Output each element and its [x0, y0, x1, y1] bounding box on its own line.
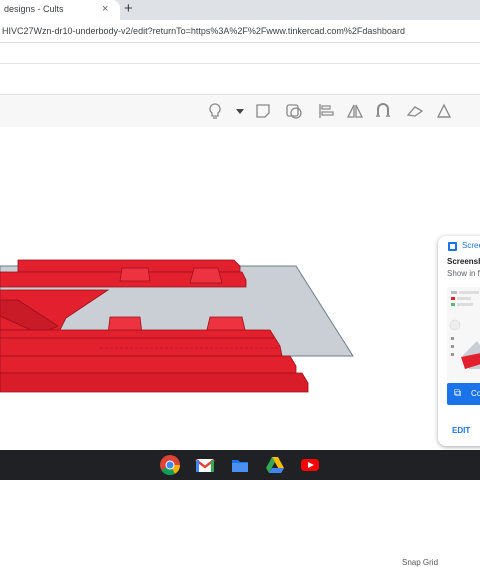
editor-header — [0, 63, 480, 94]
youtube-icon[interactable] — [299, 454, 321, 476]
address-bar[interactable]: HIVC27Wzn-dr10-underbody-v2/edit?returnT… — [0, 20, 480, 43]
workplane-canvas[interactable]: Snap Grid — [0, 127, 480, 567]
browser-tab[interactable]: designs - Cults × — [0, 0, 120, 20]
magnet-icon[interactable] — [373, 101, 393, 121]
copy-to-clipboard-button[interactable]: ⧉ Co — [447, 383, 480, 405]
snap-grid-label[interactable]: Snap Grid — [402, 558, 438, 567]
copy-button-label: Co — [471, 389, 480, 398]
notification-app-name: Scree — [462, 241, 480, 250]
tab-close-icon[interactable]: × — [102, 3, 108, 15]
mirror-icon[interactable] — [345, 101, 365, 121]
screen-capture-icon — [448, 242, 457, 251]
lightbulb-icon[interactable] — [205, 101, 225, 121]
model-base-step — [0, 372, 309, 393]
note-icon[interactable] — [253, 101, 273, 121]
notification-title: Screensh — [447, 257, 480, 266]
screenshot-notification[interactable]: Scree Screensh Show in f ⧉ Co EDIT — [438, 236, 480, 446]
new-tab-button[interactable]: + — [124, 1, 133, 17]
copy-icon: ⧉ — [454, 388, 462, 399]
tab-title: designs - Cults — [4, 4, 64, 14]
gmail-icon[interactable] — [194, 454, 216, 476]
model-block — [119, 267, 151, 282]
model-block — [189, 267, 223, 284]
tab-strip: designs - Cults × + — [0, 0, 480, 20]
notification-subtitle: Show in f — [447, 269, 480, 278]
files-icon[interactable] — [229, 454, 251, 476]
chrome-icon[interactable] — [159, 454, 181, 476]
screenshot-thumbnail[interactable] — [447, 287, 480, 397]
model-base-step — [0, 355, 297, 374]
url-text[interactable]: HIVC27Wzn-dr10-underbody-v2/edit?returnT… — [2, 26, 405, 36]
ruler-icon[interactable] — [434, 101, 454, 121]
editor-toolbar — [0, 94, 480, 128]
dropdown-arrow-icon[interactable] — [230, 101, 244, 121]
edit-button[interactable]: EDIT — [452, 426, 470, 435]
align-icon[interactable] — [316, 101, 336, 121]
google-drive-icon[interactable] — [264, 454, 286, 476]
os-shelf — [0, 450, 480, 480]
flip-icon[interactable] — [405, 101, 425, 121]
workplane-icon[interactable] — [284, 101, 304, 121]
model-body — [0, 329, 283, 357]
